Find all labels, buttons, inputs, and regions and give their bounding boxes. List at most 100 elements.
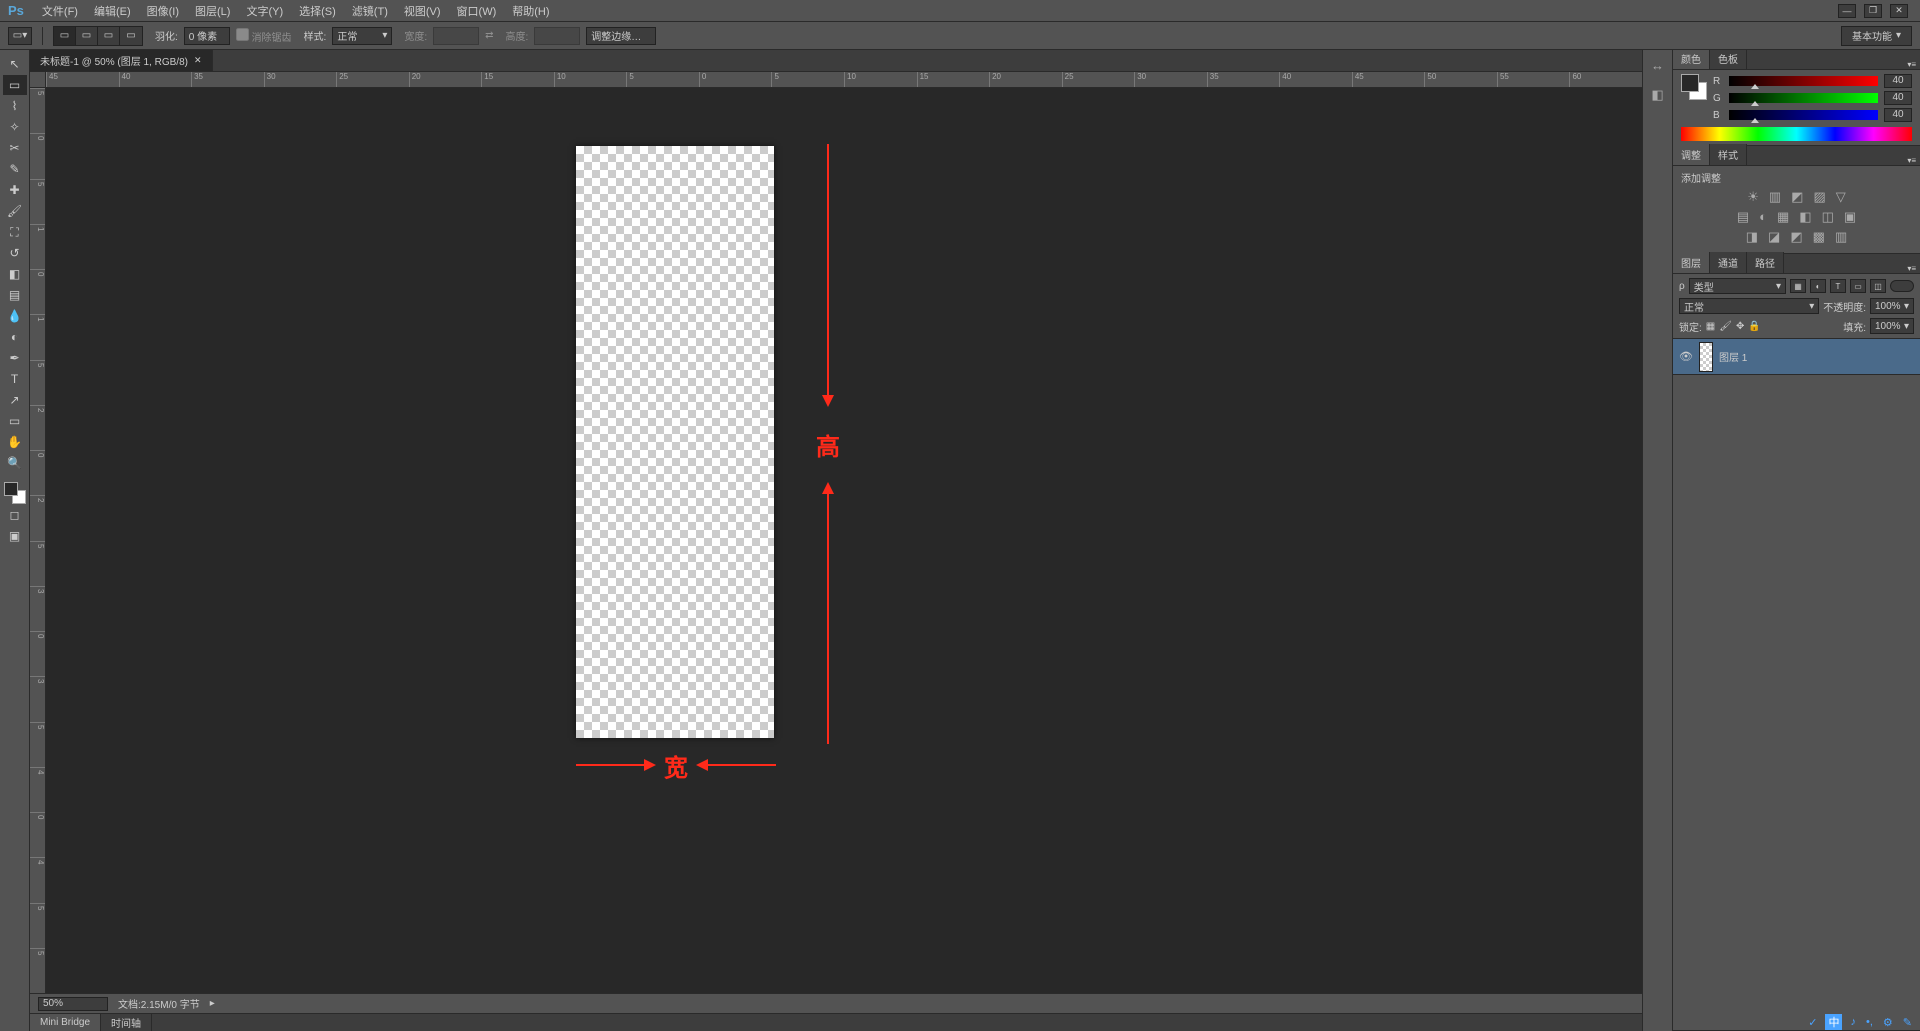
layer-row[interactable]: 👁 图层 1 bbox=[1673, 339, 1920, 375]
selection-subtract[interactable]: ▭ bbox=[98, 27, 120, 45]
filter-icon[interactable]: ρ bbox=[1679, 281, 1685, 292]
close-tab-icon[interactable]: ✕ bbox=[194, 55, 202, 66]
move-tool-icon[interactable]: ↖ bbox=[3, 54, 27, 74]
tab-styles[interactable]: 样式 bbox=[1710, 144, 1747, 165]
refine-edge-button[interactable]: 调整边缘… bbox=[586, 27, 656, 45]
eraser-tool-icon[interactable]: ◧ bbox=[3, 264, 27, 284]
menu-select[interactable]: 选择(S) bbox=[291, 0, 344, 21]
selection-new[interactable]: ▭ bbox=[54, 27, 76, 45]
ruler-horizontal[interactable]: 4540353025201510505101520253035404550556… bbox=[46, 72, 1642, 88]
filter-type-icon[interactable]: T bbox=[1830, 279, 1846, 293]
shape-tool-icon[interactable]: ▭ bbox=[3, 411, 27, 431]
tab-adjustments[interactable]: 调整 bbox=[1673, 144, 1710, 165]
screenmode-icon[interactable]: ▣ bbox=[3, 526, 27, 546]
adjust-icon[interactable]: ▨ bbox=[1813, 189, 1825, 205]
path-select-tool-icon[interactable]: ↗ bbox=[3, 390, 27, 410]
document-tab[interactable]: 未标题-1 @ 50% (图层 1, RGB/8) ✕ bbox=[30, 50, 213, 71]
slider-b[interactable] bbox=[1729, 110, 1878, 120]
adjust-icon[interactable]: ▥ bbox=[1835, 229, 1847, 245]
canvas-stage[interactable]: 高 宽 bbox=[46, 88, 1642, 993]
pen-tool-icon[interactable]: ✒ bbox=[3, 348, 27, 368]
lock-trans-icon[interactable]: ▦ bbox=[1706, 321, 1715, 332]
filter-shape-icon[interactable]: ▭ bbox=[1850, 279, 1866, 293]
tab-mini-bridge[interactable]: Mini Bridge bbox=[30, 1014, 101, 1031]
adjust-icon[interactable]: ▽ bbox=[1836, 189, 1846, 205]
filter-adjust-icon[interactable]: ◐ bbox=[1810, 279, 1826, 293]
adjust-icon[interactable]: ▦ bbox=[1777, 209, 1789, 225]
layer-name[interactable]: 图层 1 bbox=[1719, 349, 1747, 364]
window-minimize[interactable]: — bbox=[1838, 4, 1856, 18]
adjust-icon[interactable]: ◫ bbox=[1822, 209, 1834, 225]
tool-indicator[interactable]: ▭▾ bbox=[8, 27, 32, 45]
slider-g[interactable] bbox=[1729, 93, 1878, 103]
stamp-tool-icon[interactable]: ⛶ bbox=[3, 222, 27, 242]
lock-all-icon[interactable]: 🔒 bbox=[1748, 321, 1760, 332]
menu-image[interactable]: 图像(I) bbox=[139, 0, 187, 21]
magic-wand-tool-icon[interactable]: ✧ bbox=[3, 117, 27, 137]
ime-icon[interactable]: ♪ bbox=[1848, 1016, 1858, 1028]
filter-kind-select[interactable]: 类型▾ bbox=[1689, 278, 1786, 294]
menu-view[interactable]: 视图(V) bbox=[396, 0, 449, 21]
adjust-icon[interactable]: ◩ bbox=[1790, 229, 1802, 245]
adjust-icon[interactable]: ◩ bbox=[1791, 189, 1803, 205]
ime-icon[interactable]: ✓ bbox=[1806, 1016, 1819, 1029]
style-select[interactable]: 正常▾ bbox=[332, 27, 392, 45]
spectrum-bar[interactable] bbox=[1681, 127, 1912, 141]
menu-file[interactable]: 文件(F) bbox=[34, 0, 86, 21]
gradient-tool-icon[interactable]: ▤ bbox=[3, 285, 27, 305]
filter-toggle[interactable] bbox=[1890, 280, 1914, 292]
visibility-icon[interactable]: 👁 bbox=[1679, 350, 1693, 363]
window-restore[interactable]: ❐ bbox=[1864, 4, 1882, 18]
zoom-field[interactable]: 50% bbox=[38, 997, 108, 1011]
selection-intersect[interactable]: ▭ bbox=[120, 27, 142, 45]
collapsed-panel-icon[interactable]: ◧ bbox=[1651, 87, 1663, 103]
adjust-icon[interactable]: ◨ bbox=[1746, 229, 1758, 245]
value-b[interactable]: 40 bbox=[1884, 108, 1912, 122]
ime-lang[interactable]: 中 bbox=[1825, 1014, 1842, 1030]
type-tool-icon[interactable]: T bbox=[3, 369, 27, 389]
ruler-vertical[interactable]: 50510152025303540455 bbox=[30, 88, 46, 993]
ime-icon[interactable]: ✎ bbox=[1901, 1016, 1914, 1029]
blur-tool-icon[interactable]: 💧 bbox=[3, 306, 27, 326]
status-menu-icon[interactable]: ▸ bbox=[210, 998, 215, 1009]
ime-icon[interactable]: ⚙ bbox=[1881, 1016, 1895, 1029]
selection-add[interactable]: ▭ bbox=[76, 27, 98, 45]
workspace-switcher[interactable]: 基本功能 ▾ bbox=[1841, 26, 1912, 46]
fill-field[interactable]: 100%▾ bbox=[1870, 318, 1914, 334]
menu-help[interactable]: 帮助(H) bbox=[504, 0, 557, 21]
eyedropper-tool-icon[interactable]: ✎ bbox=[3, 159, 27, 179]
panel-menu-icon[interactable]: ▾≡ bbox=[1903, 156, 1920, 165]
opacity-field[interactable]: 100%▾ bbox=[1870, 298, 1914, 314]
tab-swatches[interactable]: 色板 bbox=[1710, 48, 1747, 69]
value-g[interactable]: 40 bbox=[1884, 91, 1912, 105]
tab-color[interactable]: 颜色 bbox=[1673, 48, 1710, 69]
crop-tool-icon[interactable]: ✂ bbox=[3, 138, 27, 158]
brush-tool-icon[interactable]: 🖌 bbox=[3, 201, 27, 221]
blend-mode-select[interactable]: 正常▾ bbox=[1679, 298, 1819, 314]
collapsed-panel-icon[interactable]: ↔ bbox=[1651, 58, 1664, 73]
panel-menu-icon[interactable]: ▾≡ bbox=[1903, 264, 1920, 273]
tab-layers[interactable]: 图层 bbox=[1673, 252, 1710, 273]
panel-menu-icon[interactable]: ▾≡ bbox=[1903, 60, 1920, 69]
adjust-icon[interactable]: ☀ bbox=[1747, 189, 1759, 205]
zoom-tool-icon[interactable]: 🔍 bbox=[3, 453, 27, 473]
filter-pixel-icon[interactable]: ▦ bbox=[1790, 279, 1806, 293]
lock-pixel-icon[interactable]: 🖌 bbox=[1719, 321, 1732, 332]
heal-tool-icon[interactable]: ✚ bbox=[3, 180, 27, 200]
adjust-icon[interactable]: ◪ bbox=[1768, 229, 1780, 245]
layer-thumb[interactable] bbox=[1699, 342, 1713, 372]
hand-tool-icon[interactable]: ✋ bbox=[3, 432, 27, 452]
lock-pos-icon[interactable]: ✥ bbox=[1736, 321, 1744, 332]
slider-r[interactable] bbox=[1729, 76, 1878, 86]
marquee-tool-icon[interactable]: ▭ bbox=[3, 75, 27, 95]
adjust-icon[interactable]: ▥ bbox=[1769, 189, 1781, 205]
tab-timeline[interactable]: 时间轴 bbox=[101, 1014, 152, 1031]
document-canvas[interactable] bbox=[576, 146, 774, 738]
tab-channels[interactable]: 通道 bbox=[1710, 252, 1747, 273]
panel-color-swatch[interactable] bbox=[1681, 74, 1707, 100]
menu-window[interactable]: 窗口(W) bbox=[449, 0, 505, 21]
menu-type[interactable]: 文字(Y) bbox=[238, 0, 291, 21]
lasso-tool-icon[interactable]: ⌇ bbox=[3, 96, 27, 116]
menu-layer[interactable]: 图层(L) bbox=[187, 0, 238, 21]
adjust-icon[interactable]: ◧ bbox=[1799, 209, 1811, 225]
